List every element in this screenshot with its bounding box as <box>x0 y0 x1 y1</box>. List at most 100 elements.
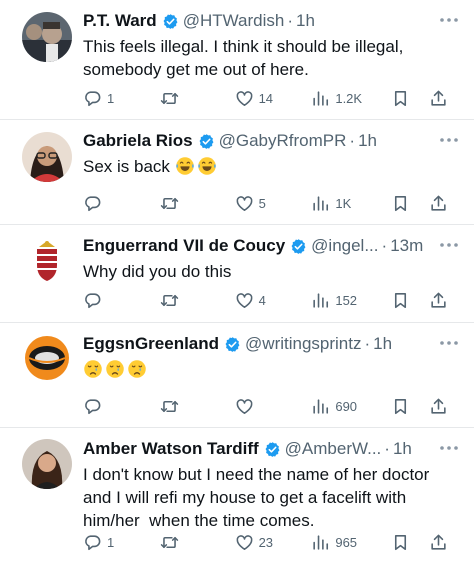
crying-face-emoji-icon <box>127 359 147 379</box>
action-bar: 4 152 <box>83 289 448 311</box>
bookmark-button[interactable] <box>391 533 429 552</box>
bookmark-icon <box>391 397 410 416</box>
bookmark-button[interactable] <box>391 89 429 108</box>
display-name[interactable]: P.T. Ward <box>83 11 157 31</box>
bookmark-button[interactable] <box>391 291 429 310</box>
share-button[interactable] <box>429 291 448 310</box>
display-name[interactable]: Gabriela Rios <box>83 131 193 151</box>
views-button[interactable]: 1K <box>311 194 391 213</box>
verified-badge-icon <box>224 336 241 353</box>
avatar[interactable] <box>22 439 72 489</box>
bookmark-icon <box>391 194 410 213</box>
action-bar: 5 1K <box>83 192 448 214</box>
tweet-text <box>83 358 460 381</box>
avatar[interactable] <box>22 333 72 383</box>
more-icon[interactable] <box>438 334 460 352</box>
retweet-button[interactable] <box>160 533 235 552</box>
reply-button[interactable] <box>83 397 160 416</box>
more-icon[interactable] <box>438 439 460 457</box>
handle[interactable]: @AmberW... <box>285 439 382 459</box>
like-button[interactable]: 5 <box>235 194 312 213</box>
handle[interactable]: @HTWardish <box>183 11 285 31</box>
views-icon <box>311 194 330 213</box>
retweet-icon <box>160 194 179 213</box>
retweet-icon <box>160 89 179 108</box>
display-name[interactable]: EggsnGreenland <box>83 334 219 354</box>
avatar[interactable] <box>22 235 72 285</box>
bookmark-icon <box>391 291 410 310</box>
share-icon <box>429 397 448 416</box>
like-button[interactable]: 4 <box>235 291 312 310</box>
like-button[interactable]: 14 <box>235 89 312 108</box>
timestamp[interactable]: 1h <box>296 11 315 31</box>
action-bar: 1 14 1.2K <box>83 87 448 109</box>
tweet-amber-watson-tardiff[interactable]: Amber Watson Tardiff @AmberW... · 1h I d… <box>0 428 474 569</box>
tweet-header: Gabriela Rios @GabyRfromPR · 1h <box>83 131 377 151</box>
verified-badge-icon <box>198 133 215 150</box>
tweet-pt-ward[interactable]: P.T. Ward @HTWardish · 1h This feels ill… <box>0 0 474 120</box>
tweet-header: EggsnGreenland @writingsprintz · 1h <box>83 334 393 354</box>
like-icon <box>235 89 254 108</box>
crying-face-emoji-icon <box>105 359 125 379</box>
action-bar: 690 <box>83 395 448 417</box>
retweet-icon <box>160 533 179 552</box>
display-name[interactable]: Amber Watson Tardiff <box>83 439 259 459</box>
retweet-button[interactable] <box>160 89 235 108</box>
views-button[interactable]: 690 <box>311 397 391 416</box>
reply-button[interactable]: 1 <box>83 533 160 552</box>
share-button[interactable] <box>429 397 448 416</box>
bookmark-button[interactable] <box>391 194 429 213</box>
display-name[interactable]: Enguerrand VII de Coucy <box>83 236 285 256</box>
views-button[interactable]: 1.2K <box>311 89 391 108</box>
retweet-icon <box>160 291 179 310</box>
like-button[interactable] <box>235 397 312 416</box>
timestamp[interactable]: 1h <box>373 334 392 354</box>
views-icon <box>311 89 330 108</box>
share-icon <box>429 533 448 552</box>
reply-button[interactable] <box>83 194 160 213</box>
tweet-text: Sex is back <box>83 155 460 178</box>
reply-icon <box>83 291 102 310</box>
action-bar: 1 23 965 <box>83 531 448 553</box>
share-icon <box>429 194 448 213</box>
views-icon <box>311 291 330 310</box>
share-button[interactable] <box>429 89 448 108</box>
verified-badge-icon <box>290 238 307 255</box>
views-icon <box>311 397 330 416</box>
more-icon[interactable] <box>438 236 460 254</box>
like-button[interactable]: 23 <box>235 533 312 552</box>
share-button[interactable] <box>429 194 448 213</box>
handle[interactable]: @ingel... <box>311 236 378 256</box>
tweet-text: Why did you do this <box>83 262 232 281</box>
tweet-enguerrand[interactable]: Enguerrand VII de Coucy @ingel... · 13m … <box>0 225 474 323</box>
retweet-button[interactable] <box>160 397 235 416</box>
verified-badge-icon <box>162 13 179 30</box>
retweet-button[interactable] <box>160 291 235 310</box>
tweet-gabriela-rios[interactable]: Gabriela Rios @GabyRfromPR · 1h Sex is b… <box>0 120 474 225</box>
avatar[interactable] <box>22 132 72 182</box>
like-icon <box>235 291 254 310</box>
tears-of-joy-emoji-icon <box>197 156 217 176</box>
reply-button[interactable]: 1 <box>83 89 160 108</box>
bookmark-button[interactable] <box>391 397 429 416</box>
share-icon <box>429 89 448 108</box>
timestamp[interactable]: 1h <box>393 439 412 459</box>
handle[interactable]: @writingsprintz <box>245 334 361 354</box>
handle[interactable]: @GabyRfromPR <box>219 131 347 151</box>
share-icon <box>429 291 448 310</box>
reply-icon <box>83 397 102 416</box>
reply-icon <box>83 533 102 552</box>
timestamp[interactable]: 1h <box>358 131 377 151</box>
more-icon[interactable] <box>438 11 460 29</box>
views-button[interactable]: 152 <box>311 291 391 310</box>
share-button[interactable] <box>429 533 448 552</box>
retweet-button[interactable] <box>160 194 235 213</box>
more-icon[interactable] <box>438 131 460 149</box>
verified-badge-icon <box>264 441 281 458</box>
tweet-eggsngreenland[interactable]: EggsnGreenland @writingsprintz · 1h 690 <box>0 323 474 428</box>
avatar[interactable] <box>22 12 72 62</box>
views-button[interactable]: 965 <box>311 533 391 552</box>
reply-button[interactable] <box>83 291 160 310</box>
timestamp[interactable]: 13m <box>390 236 423 256</box>
reply-icon <box>83 194 102 213</box>
